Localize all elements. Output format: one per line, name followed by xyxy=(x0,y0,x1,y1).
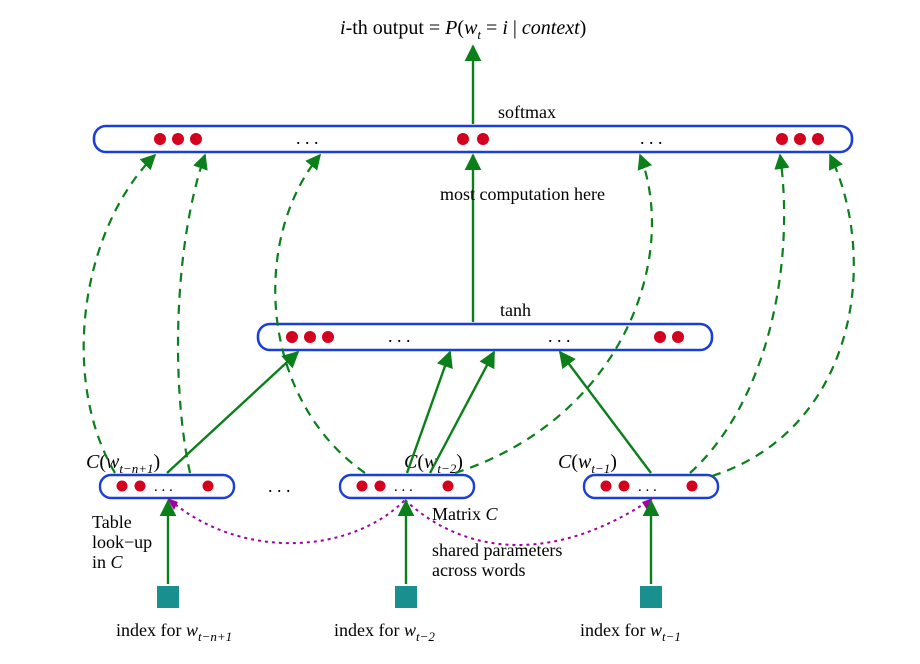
output-title: i-th output = P(wt = i | context) xyxy=(340,17,586,42)
title-w: w xyxy=(464,17,478,39)
most-computation-label: most computation here xyxy=(440,184,605,204)
title-eq: = xyxy=(481,17,502,39)
title-suffix: -th output = xyxy=(346,17,446,39)
shared-parameters-label: shared parameters across words xyxy=(432,540,567,580)
hidden-layer: . . . . . . xyxy=(258,324,712,350)
softmax-ellipsis-left: . . . xyxy=(296,128,319,148)
hidden-ellipsis-left: . . . xyxy=(388,326,411,346)
embedding-box-1: . . . xyxy=(100,475,234,498)
softmax-ellipsis-right: . . . xyxy=(640,128,663,148)
title-close: ) xyxy=(580,17,587,39)
softmax-label: softmax xyxy=(498,102,556,122)
table-lookup-label: Table look−up in C xyxy=(92,512,157,572)
svg-text:i-th output = P(wt = i | conte: i-th output = P(wt = i | context) xyxy=(340,17,586,42)
hidden-ellipsis-right: . . . xyxy=(548,326,571,346)
softmax-layer: . . . . . . xyxy=(94,126,852,152)
title-P: P xyxy=(444,17,457,39)
index-label-3: index for wt−1 xyxy=(580,620,681,644)
matrix-c-label: Matrix C xyxy=(432,504,499,524)
title-context: context xyxy=(522,17,580,39)
index-label-1: index for wt−n+1 xyxy=(116,620,232,644)
tanh-label: tanh xyxy=(500,300,531,320)
embedding-box-2: . . . xyxy=(340,475,474,498)
index-square-2 xyxy=(395,586,417,608)
embedding-box-3: . . . xyxy=(584,475,718,498)
shared-params-curve-left xyxy=(170,500,405,543)
embed3-ellipsis: . . . xyxy=(638,479,657,495)
skip-embed2-left xyxy=(275,155,365,473)
embed2-ellipsis: . . . xyxy=(394,479,413,495)
title-bar: | xyxy=(508,17,522,39)
skip-embed3-inner xyxy=(690,155,784,473)
embed3-label: C(wt−1) xyxy=(558,451,617,476)
index-label-2: index for wt−2 xyxy=(334,620,435,644)
embed1-label: C(wt−n+1) xyxy=(86,451,160,476)
embedding-gap-ellipsis: . . . xyxy=(268,476,291,496)
skip-embed1-outer xyxy=(84,155,155,473)
index-square-1 xyxy=(157,586,179,608)
index-square-3 xyxy=(640,586,662,608)
skip-embed1-inner xyxy=(178,155,205,473)
embed1-ellipsis: . . . xyxy=(154,479,173,495)
